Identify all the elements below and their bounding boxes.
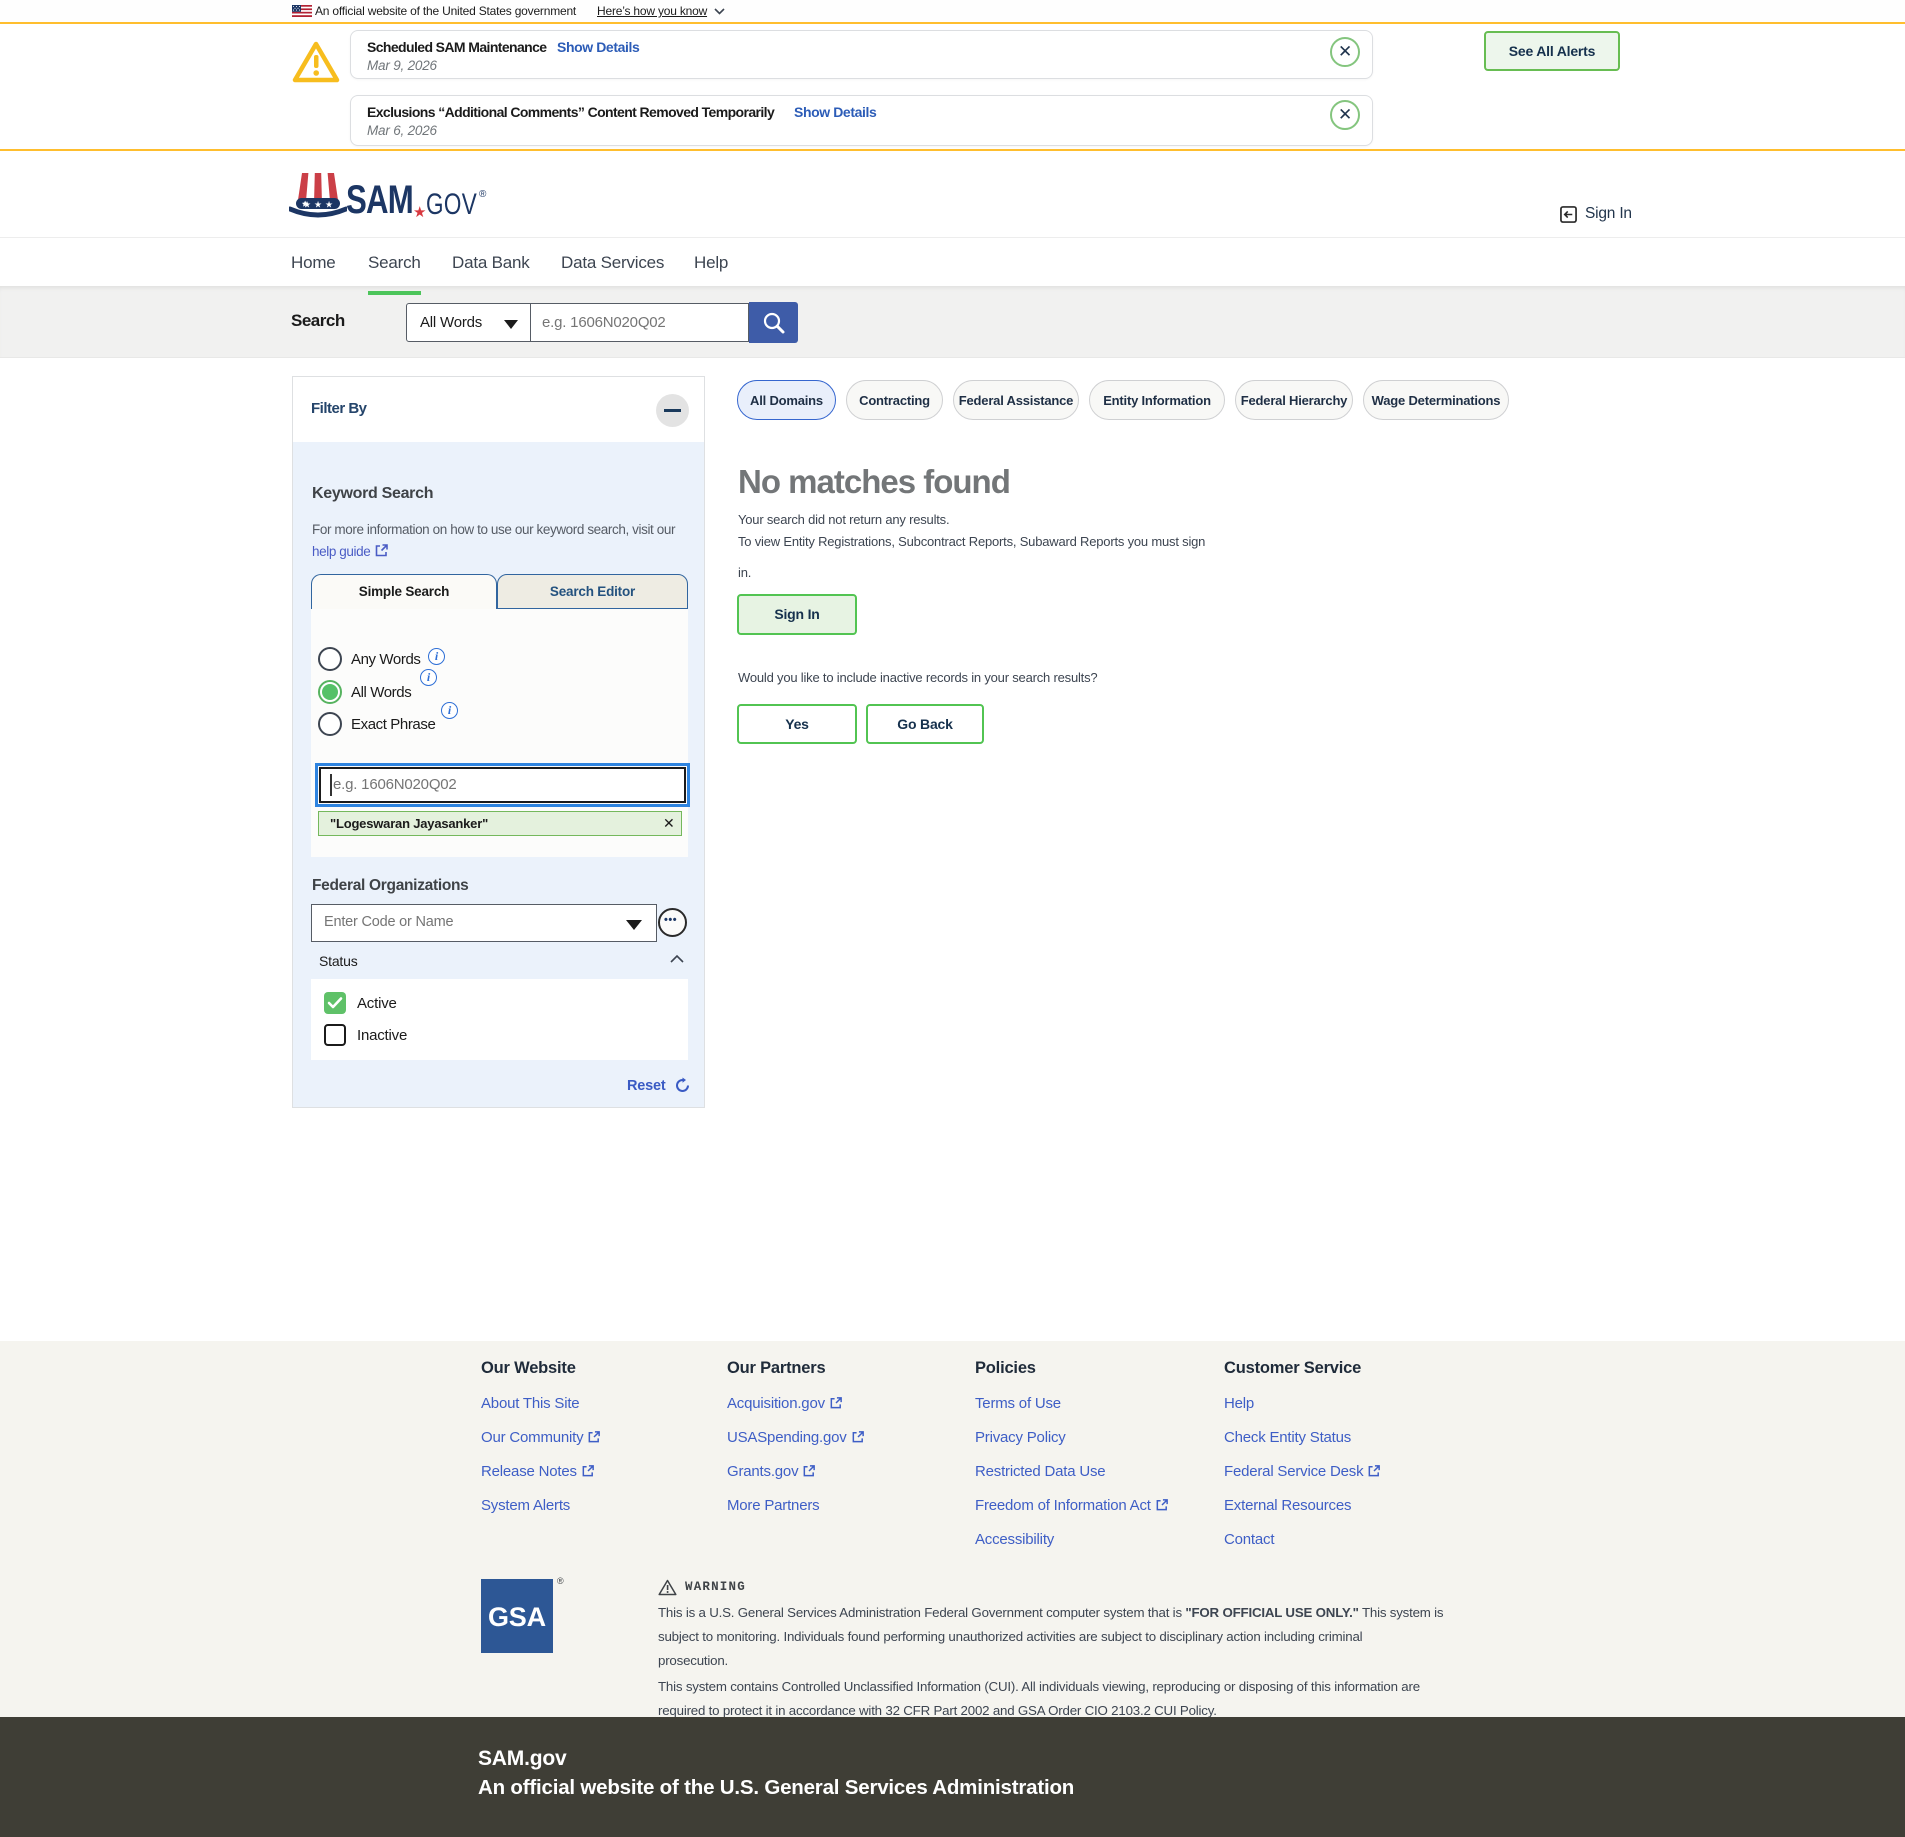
svg-text:★: ★ <box>303 200 311 210</box>
svg-text:★: ★ <box>325 200 333 210</box>
svg-text:★: ★ <box>314 200 322 210</box>
